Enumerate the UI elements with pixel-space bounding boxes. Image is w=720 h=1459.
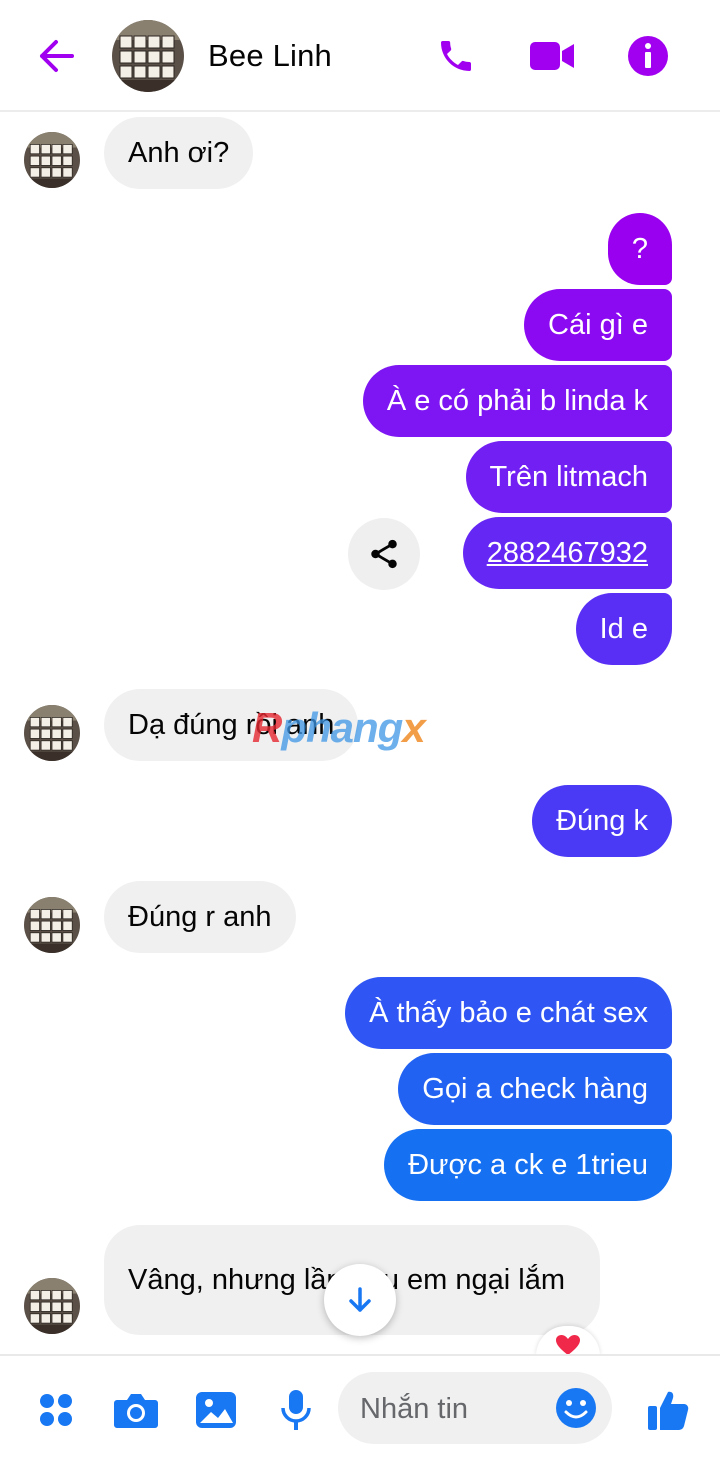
- gallery-button[interactable]: [192, 1386, 240, 1434]
- back-arrow-icon: [40, 40, 74, 72]
- message-field[interactable]: [338, 1372, 612, 1444]
- outgoing-message[interactable]: Đúng k: [532, 785, 672, 857]
- conversation-header: Bee Linh: [0, 0, 720, 112]
- message-input[interactable]: [360, 1392, 540, 1426]
- video-camera-icon: [530, 42, 574, 70]
- incoming-message[interactable]: Anh ơi?: [104, 117, 254, 189]
- gallery-icon: [196, 1392, 236, 1428]
- phone-icon: [441, 41, 471, 71]
- heart-icon: [556, 1335, 580, 1355]
- emoji-icon: [556, 1388, 596, 1428]
- sender-avatar[interactable]: [24, 897, 80, 953]
- camera-button[interactable]: [112, 1386, 160, 1434]
- microphone-icon: [281, 1390, 311, 1430]
- thumbs-up-icon: [648, 1391, 689, 1430]
- more-actions-button[interactable]: [32, 1386, 80, 1434]
- arrow-down-icon: [349, 1287, 371, 1312]
- like-button[interactable]: [644, 1386, 692, 1434]
- contact-avatar[interactable]: [112, 20, 184, 92]
- message-composer: [0, 1354, 720, 1459]
- scroll-to-bottom-button[interactable]: [324, 1264, 396, 1336]
- camera-icon: [114, 1394, 158, 1428]
- sender-avatar[interactable]: [24, 705, 80, 761]
- sender-avatar[interactable]: [24, 132, 80, 188]
- emoji-button[interactable]: [554, 1386, 598, 1430]
- voice-message-button[interactable]: [272, 1386, 320, 1434]
- back-button[interactable]: [28, 30, 84, 82]
- outgoing-message[interactable]: Id e: [575, 593, 672, 665]
- conversation-info-button[interactable]: [624, 32, 672, 80]
- outgoing-message-link[interactable]: 2882467932: [462, 517, 672, 589]
- outgoing-message[interactable]: À e có phải b linda k: [362, 365, 672, 437]
- outgoing-message[interactable]: ?: [607, 213, 672, 285]
- contact-name[interactable]: Bee Linh: [208, 38, 332, 74]
- sender-avatar[interactable]: [24, 1278, 80, 1334]
- incoming-message[interactable]: Đúng r anh: [104, 881, 296, 953]
- info-icon: [628, 36, 668, 76]
- share-icon: [371, 539, 397, 569]
- outgoing-message[interactable]: Cái gì e: [524, 289, 672, 361]
- menu-dots-icon: [40, 1394, 72, 1426]
- outgoing-message[interactable]: À thấy bảo e chát sex: [345, 977, 672, 1049]
- share-button[interactable]: [348, 518, 420, 590]
- watermark-logo: Rphangx: [252, 704, 426, 751]
- outgoing-message[interactable]: Được a ck e 1trieu: [384, 1129, 672, 1201]
- outgoing-message[interactable]: Trên litmach: [465, 441, 672, 513]
- video-call-button[interactable]: [528, 32, 576, 80]
- outgoing-message[interactable]: Gọi a check hàng: [398, 1053, 672, 1125]
- voice-call-button[interactable]: [432, 32, 480, 80]
